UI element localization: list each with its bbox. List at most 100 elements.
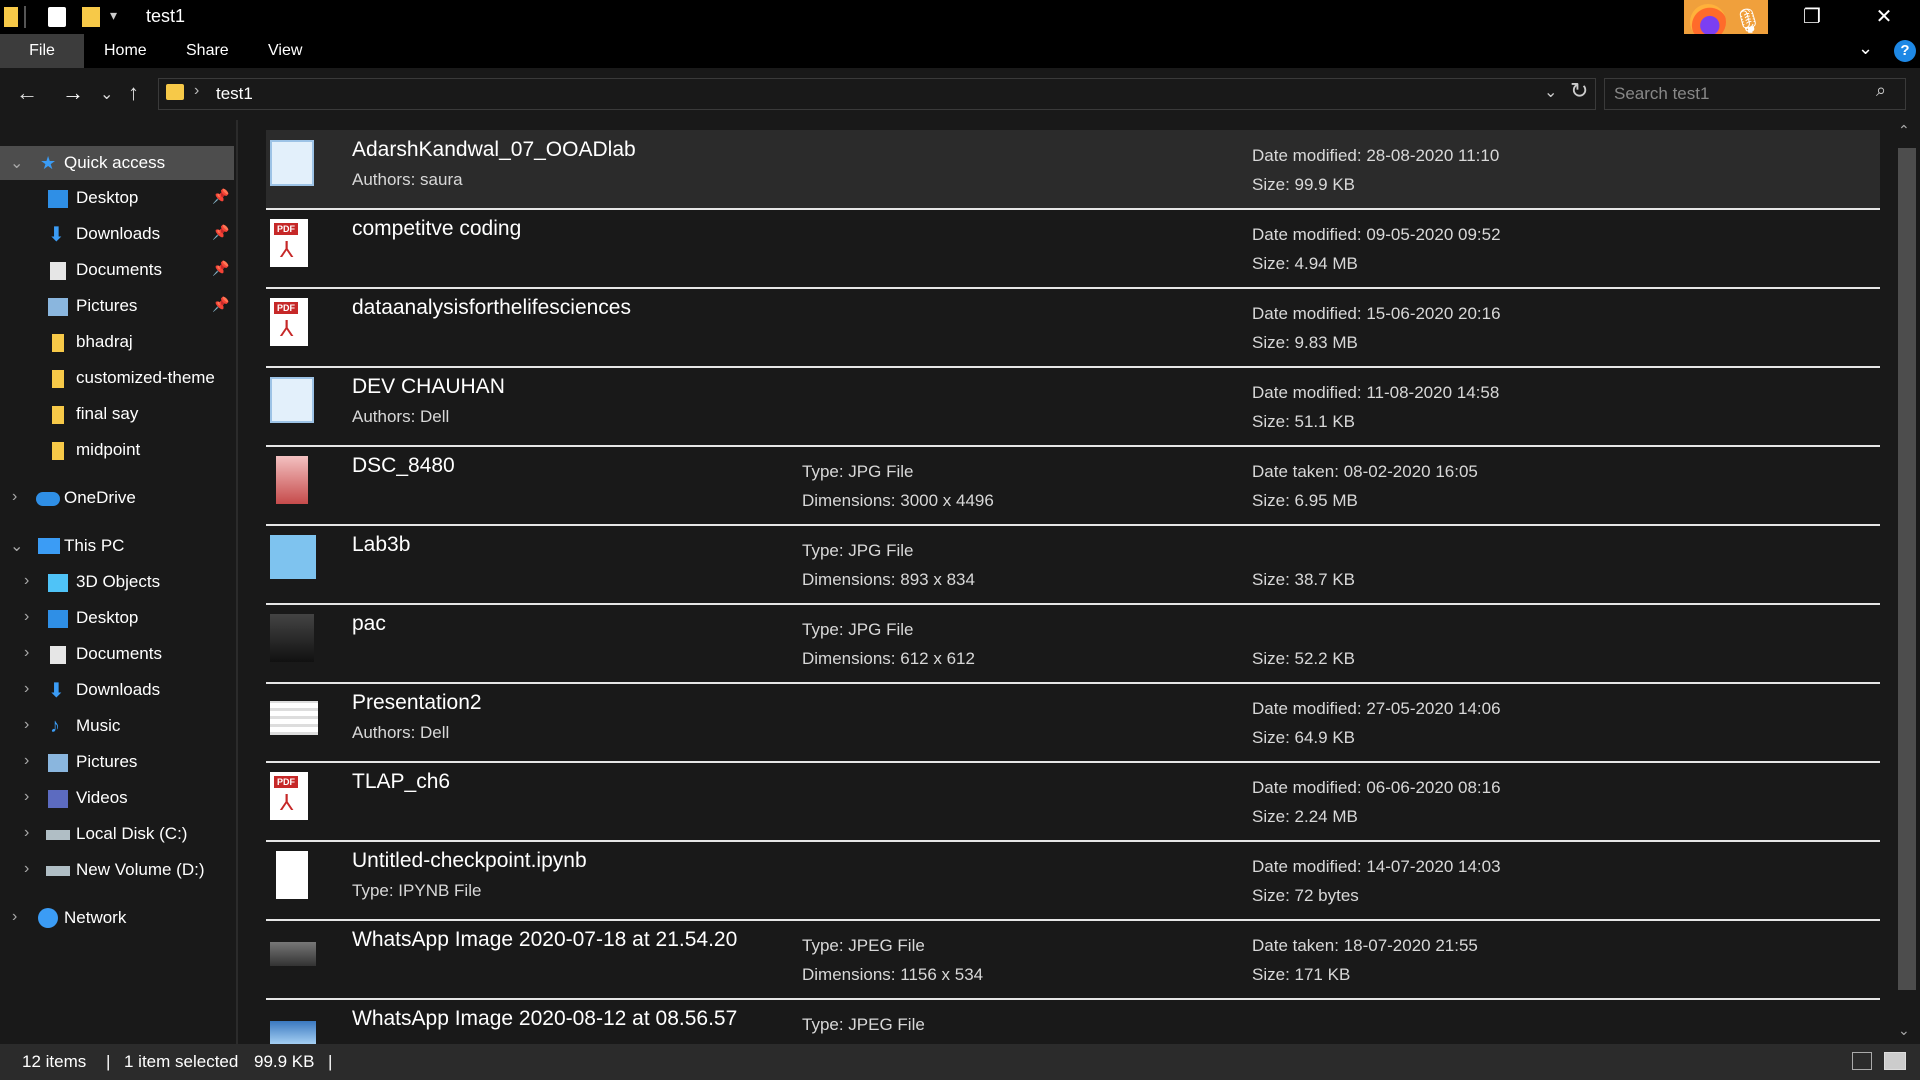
sidebar-item-final-say[interactable]: final say bbox=[76, 397, 138, 431]
chevron-right-icon[interactable]: › bbox=[24, 680, 29, 698]
chevron-right-icon[interactable]: › bbox=[24, 716, 29, 734]
chevron-right-icon[interactable]: › bbox=[194, 82, 199, 100]
chevron-right-icon[interactable]: › bbox=[24, 644, 29, 662]
sidebar-item-downloads[interactable]: Downloads bbox=[76, 217, 160, 251]
details-view-icon[interactable] bbox=[1852, 1052, 1872, 1070]
3d-objects-icon bbox=[48, 574, 68, 592]
file-row[interactable]: Untitled-checkpoint.ipynb Type: IPYNB Fil… bbox=[266, 841, 1880, 920]
separator: | bbox=[328, 1052, 333, 1071]
file-name: dataanalysisforthelifesciences bbox=[352, 296, 631, 319]
chevron-right-icon[interactable]: › bbox=[24, 608, 29, 626]
file-row[interactable]: WhatsApp Image 2020-07-18 at 21.54.20 Typ… bbox=[266, 920, 1880, 999]
pin-icon[interactable]: 📌 bbox=[212, 260, 229, 277]
separator: | bbox=[106, 1052, 111, 1071]
network-icon bbox=[38, 908, 58, 928]
chevron-down-icon[interactable]: ⌄ bbox=[10, 536, 23, 556]
file-row[interactable]: pac Type: JPG File Dimensions: 612 x 612 Si… bbox=[266, 604, 1880, 683]
tab-view[interactable]: View bbox=[268, 34, 302, 68]
address-bar[interactable] bbox=[158, 78, 1596, 110]
item-count: 12 items bbox=[22, 1052, 87, 1071]
sidebar-item-music[interactable]: Music bbox=[76, 709, 120, 743]
pin-icon[interactable]: 📌 bbox=[212, 296, 229, 313]
new-folder-icon[interactable] bbox=[82, 7, 100, 27]
file-name: Lab3b bbox=[352, 533, 411, 556]
sidebar-item-midpoint[interactable]: midpoint bbox=[76, 433, 140, 467]
forward-icon[interactable]: → bbox=[62, 80, 84, 106]
music-icon: ♪ bbox=[50, 715, 60, 737]
pane-divider[interactable] bbox=[236, 120, 238, 1044]
pin-icon[interactable]: 📌 bbox=[212, 188, 229, 205]
sidebar-item-desktop[interactable]: Desktop bbox=[76, 181, 138, 215]
chevron-right-icon[interactable]: › bbox=[24, 572, 29, 590]
recent-locations-icon[interactable]: ⌄ bbox=[100, 84, 113, 104]
back-icon[interactable]: ← bbox=[16, 80, 38, 106]
photo-thumbnail-icon bbox=[276, 456, 308, 504]
file-date: Date modified: 11-08-2020 14:58 bbox=[1252, 383, 1500, 402]
file-row[interactable]: PDF ⅄ dataanalysisforthelifesciences Date m… bbox=[266, 288, 1880, 367]
folder-icon bbox=[166, 84, 184, 100]
chevron-right-icon[interactable]: › bbox=[12, 908, 17, 926]
scroll-up-icon[interactable]: ⌃ bbox=[1898, 122, 1910, 139]
chevron-right-icon[interactable]: › bbox=[24, 860, 29, 878]
close-icon[interactable]: ✕ bbox=[1858, 0, 1910, 34]
file-row[interactable]: WhatsApp Image 2020-08-12 at 08.56.57 Typ… bbox=[266, 999, 1880, 1044]
chevron-down-icon[interactable]: ⌄ bbox=[10, 153, 23, 173]
documents-icon bbox=[50, 262, 66, 280]
file-row[interactable]: Presentation2 Authors: Dell Date modified:… bbox=[266, 683, 1880, 762]
scrollbar-thumb[interactable] bbox=[1898, 148, 1916, 990]
file-type: Type: JPEG File bbox=[802, 936, 925, 955]
sidebar-item-bhadraj[interactable]: bhadraj bbox=[76, 325, 133, 359]
chevron-down-icon[interactable]: ⌄ bbox=[1544, 82, 1557, 102]
chevron-right-icon[interactable]: › bbox=[24, 788, 29, 806]
sidebar-item-local-disk[interactable]: Local Disk (C:) bbox=[76, 817, 187, 851]
sidebar-item-customized-theme[interactable]: customized-theme bbox=[76, 361, 215, 395]
file-row[interactable]: DSC_8480 Type: JPG File Dimensions: 3000 x… bbox=[266, 446, 1880, 525]
sidebar-item-network[interactable]: Network bbox=[64, 901, 126, 935]
ribbon: File Home Share View ⌄ bbox=[0, 34, 1920, 68]
chevron-right-icon[interactable]: › bbox=[24, 752, 29, 770]
file-row[interactable]: DEV CHAUHAN Authors: Dell Date modified: 1… bbox=[266, 367, 1880, 446]
pin-icon[interactable]: 📌 bbox=[212, 224, 229, 241]
sidebar-item-quick-access[interactable]: Quick access bbox=[64, 146, 165, 180]
sidebar-item-onedrive[interactable]: OneDrive bbox=[64, 481, 136, 515]
file-size: Size: 38.7 KB bbox=[1252, 570, 1356, 589]
file-row[interactable]: PDF ⅄ TLAP_ch6 Date modified: 06-06-2020 08… bbox=[266, 762, 1880, 841]
restore-icon[interactable]: ❐ bbox=[1786, 0, 1838, 34]
chevron-right-icon[interactable]: › bbox=[12, 488, 17, 506]
pictures-icon bbox=[48, 754, 68, 772]
refresh-icon[interactable]: ↻ bbox=[1570, 78, 1588, 104]
expand-ribbon-icon[interactable]: ⌄ bbox=[1858, 38, 1873, 59]
sidebar-item-videos[interactable]: Videos bbox=[76, 781, 128, 815]
file-subtext: Type: IPYNB File bbox=[352, 881, 482, 900]
file-row[interactable]: PDF ⅄ competitve coding Date modified: 09-0… bbox=[266, 209, 1880, 288]
tab-file[interactable]: File bbox=[0, 34, 84, 68]
sidebar-item-documents[interactable]: Documents bbox=[76, 253, 162, 287]
sidebar-item-3d-objects[interactable]: 3D Objects bbox=[76, 565, 160, 599]
sidebar-item-pictures[interactable]: Pictures bbox=[76, 289, 137, 323]
sidebar-item-this-pc[interactable]: This PC bbox=[64, 529, 124, 563]
file-row[interactable]: Lab3b Type: JPG File Dimensions: 893 x 834… bbox=[266, 525, 1880, 604]
properties-icon[interactable] bbox=[48, 7, 66, 27]
search-icon[interactable]: ⌕ bbox=[1876, 80, 1886, 101]
tab-home[interactable]: Home bbox=[104, 34, 147, 68]
customize-toolbar-icon[interactable]: ▾ bbox=[110, 7, 117, 24]
downloads-icon: ⬇ bbox=[48, 680, 65, 702]
sidebar-item-pc-pictures[interactable]: Pictures bbox=[76, 745, 137, 779]
sidebar-item-pc-desktop[interactable]: Desktop bbox=[76, 601, 138, 635]
scroll-down-icon[interactable]: ⌄ bbox=[1898, 1022, 1910, 1039]
file-row[interactable]: AdarshKandwal_07_OOADlab Authors: saura Da… bbox=[266, 130, 1880, 209]
sidebar-item-new-volume[interactable]: New Volume (D:) bbox=[76, 853, 204, 887]
chevron-right-icon[interactable]: › bbox=[24, 824, 29, 842]
folder-icon bbox=[52, 406, 64, 424]
tab-share[interactable]: Share bbox=[186, 34, 229, 68]
help-icon[interactable]: ? bbox=[1894, 40, 1916, 62]
image-thumbnail-icon bbox=[270, 535, 316, 579]
file-date: Date modified: 27-05-2020 14:06 bbox=[1252, 699, 1501, 718]
drive-icon bbox=[46, 866, 70, 876]
tiles-view-icon[interactable] bbox=[1884, 1052, 1906, 1070]
file-size: Size: 4.94 MB bbox=[1252, 254, 1358, 273]
sidebar-item-pc-documents[interactable]: Documents bbox=[76, 637, 162, 671]
sidebar-item-pc-downloads[interactable]: Downloads bbox=[76, 673, 160, 707]
address-path[interactable]: test1 bbox=[216, 84, 253, 104]
up-icon[interactable]: ↑ bbox=[128, 80, 139, 106]
